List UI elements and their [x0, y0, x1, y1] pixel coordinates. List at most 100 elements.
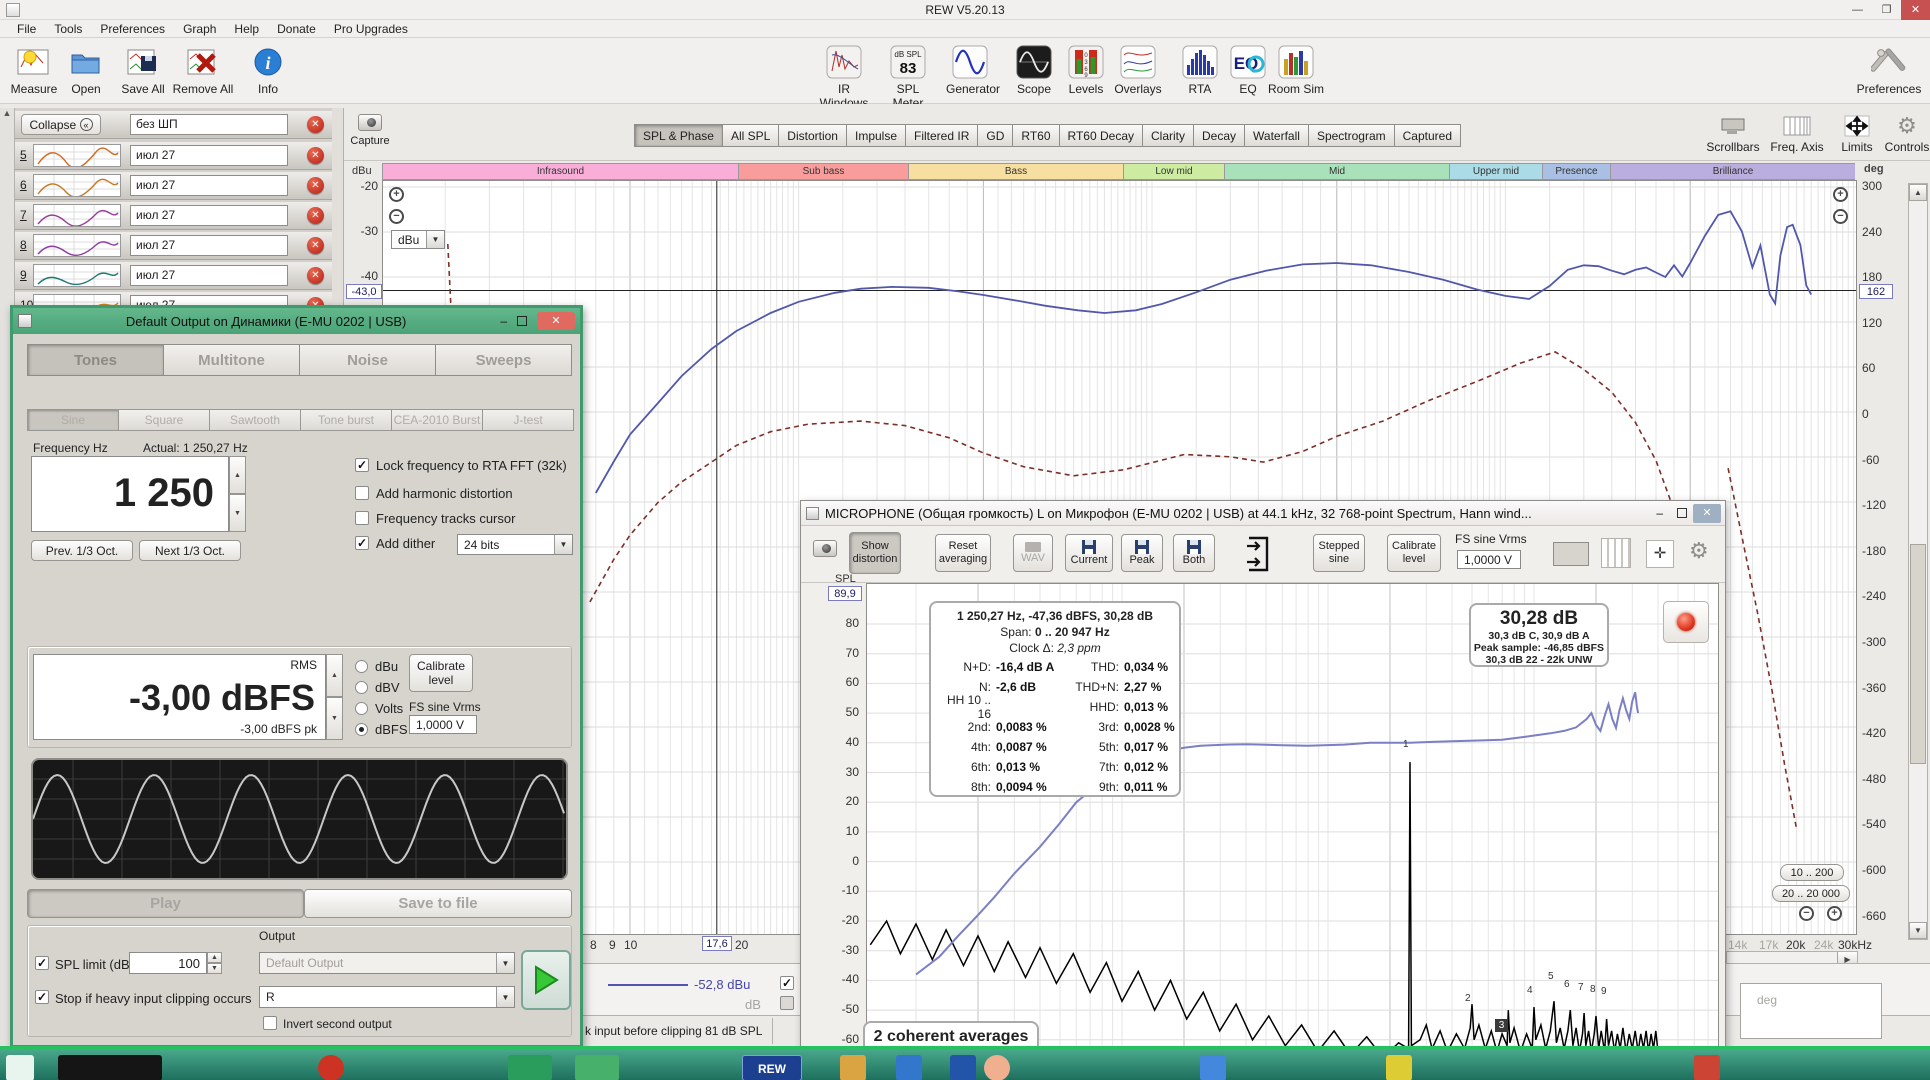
- rta-freq-axis-icon[interactable]: [1601, 538, 1631, 568]
- preferences-button[interactable]: Preferences: [1854, 42, 1924, 96]
- unit-radio-dbu[interactable]: [355, 660, 368, 673]
- toolbar-button-generator[interactable]: Generator: [946, 42, 994, 96]
- rta-close-icon[interactable]: ✕: [1693, 504, 1721, 523]
- tab-clarity[interactable]: Clarity: [1142, 124, 1193, 147]
- delete-measurement-icon[interactable]: ✕: [307, 147, 324, 164]
- taskbar-icon-rew[interactable]: REW: [742, 1055, 802, 1080]
- zoom-in-x-button[interactable]: +: [1827, 906, 1842, 921]
- tab-rt60[interactable]: RT60: [1012, 124, 1058, 147]
- level-spinner[interactable]: ▲▼: [326, 654, 343, 740]
- legend-spl-checkbox[interactable]: ✓: [780, 976, 794, 990]
- measurement-row[interactable]: 7июл 27✕: [15, 202, 332, 230]
- taskbar-icon-4[interactable]: [575, 1055, 619, 1080]
- tracks-cursor-checkbox[interactable]: [355, 511, 369, 525]
- toolbar-button-rta[interactable]: RTA: [1176, 42, 1224, 96]
- prev-third-octave-button[interactable]: Prev. 1/3 Oct.: [31, 540, 133, 561]
- generator-subtab-square[interactable]: Square: [118, 409, 210, 431]
- delete-measurement-icon[interactable]: ✕: [307, 207, 324, 224]
- rta-calibrate-button[interactable]: Calibrate level: [1387, 534, 1441, 572]
- menu-item-help[interactable]: Help: [225, 21, 268, 37]
- taskbar-icon-10[interactable]: [1200, 1055, 1226, 1080]
- generator-calibrate-button[interactable]: Calibrate level: [409, 654, 473, 692]
- capture-button[interactable]: Capture: [350, 114, 390, 147]
- invert-output-checkbox[interactable]: [263, 1016, 277, 1030]
- toolbar-button-scope[interactable]: Scope: [1010, 42, 1058, 96]
- menu-item-file[interactable]: File: [8, 21, 45, 37]
- minimize-button[interactable]: —: [1843, 0, 1872, 20]
- tab-spectrogram[interactable]: Spectrogram: [1308, 124, 1394, 147]
- tab-filtered-ir[interactable]: Filtered IR: [905, 124, 977, 147]
- toolbar-button-remove-all[interactable]: Remove All: [172, 42, 234, 96]
- generator-tab-multitone[interactable]: Multitone: [163, 344, 300, 376]
- spl-limit-field[interactable]: 100: [129, 952, 207, 974]
- menu-item-preferences[interactable]: Preferences: [91, 21, 174, 37]
- zoom-in-deg-button[interactable]: +: [1833, 187, 1848, 202]
- toolbar-button-room-sim[interactable]: Room Sim: [1268, 42, 1324, 96]
- generator-minimize-icon[interactable]: –: [500, 314, 507, 328]
- generator-subtab-tone-burst[interactable]: Tone burst: [300, 409, 392, 431]
- tab-gd[interactable]: GD: [977, 124, 1012, 147]
- generator-subtab-sawtooth[interactable]: Sawtooth: [209, 409, 301, 431]
- taskbar-icon-2[interactable]: [318, 1055, 344, 1080]
- tab-waterfall[interactable]: Waterfall: [1244, 124, 1308, 147]
- unit-radio-dbfs[interactable]: [355, 723, 368, 736]
- generator-subtab-cea-2010-burst[interactable]: CEA-2010 Burst: [391, 409, 483, 431]
- add-dither-checkbox[interactable]: ✓: [355, 536, 369, 550]
- measurement-name-field[interactable]: июл 27: [130, 265, 288, 286]
- measurement-name-field[interactable]: без ШП: [130, 114, 288, 135]
- tab-captured[interactable]: Captured: [1394, 124, 1461, 147]
- tab-decay[interactable]: Decay: [1193, 124, 1244, 147]
- dither-bits-select[interactable]: 24 bits▼: [457, 534, 573, 555]
- generator-play-button[interactable]: [521, 950, 571, 1010]
- deg-axis-scrollbar[interactable]: ▲ ▼: [1908, 183, 1928, 940]
- next-third-octave-button[interactable]: Next 1/3 Oct.: [139, 540, 241, 561]
- menu-item-donate[interactable]: Donate: [268, 21, 325, 37]
- taskbar-icon-3[interactable]: [508, 1055, 552, 1080]
- zoom-out-y-button[interactable]: −: [389, 209, 404, 224]
- taskbar-icon-7[interactable]: [896, 1055, 922, 1080]
- toolbar-button-info[interactable]: iInfo: [244, 42, 292, 96]
- delete-measurement-icon[interactable]: ✕: [307, 116, 324, 133]
- toolbar-button-save-all[interactable]: Save All: [112, 42, 174, 96]
- level-field[interactable]: RMS -3,00 dBFS -3,00 dBFS pk: [33, 654, 326, 740]
- measurement-row[interactable]: 6июл 27✕: [15, 172, 332, 200]
- record-button[interactable]: [1663, 601, 1709, 643]
- toolbar-button-eq[interactable]: EQEQ: [1224, 42, 1272, 96]
- output-device-select[interactable]: Default Output▼: [259, 952, 515, 974]
- rta-minimize-icon[interactable]: –: [1656, 506, 1663, 520]
- toolbar-button-measure[interactable]: Measure: [10, 42, 58, 96]
- toolbar-button-overlays[interactable]: Overlays: [1114, 42, 1162, 96]
- generator-titlebar[interactable]: Default Output on Динамики (E-MU 0202 | …: [13, 308, 580, 334]
- delete-measurement-icon[interactable]: ✕: [307, 177, 324, 194]
- rta-maximize-icon[interactable]: [1677, 508, 1687, 518]
- delete-measurement-icon[interactable]: ✕: [307, 237, 324, 254]
- save-current-button[interactable]: Current: [1065, 534, 1113, 572]
- zoom-out-deg-button[interactable]: −: [1833, 209, 1848, 224]
- view-control-controls[interactable]: ⚙Controls: [1876, 112, 1930, 154]
- tab-rt60-decay[interactable]: RT60 Decay: [1059, 124, 1142, 147]
- maximize-button[interactable]: ❐: [1872, 0, 1901, 20]
- save-both-button[interactable]: Both: [1173, 534, 1215, 572]
- output-channel-select[interactable]: R▼: [259, 986, 515, 1008]
- taskbar-icon-1[interactable]: [58, 1055, 162, 1080]
- play-button[interactable]: Play: [27, 889, 304, 918]
- rta-scrollbars-icon[interactable]: [1553, 542, 1589, 566]
- scrollbar-thumb[interactable]: [1910, 544, 1926, 764]
- rta-limits-icon[interactable]: ✛: [1646, 540, 1674, 568]
- generator-tab-tones[interactable]: Tones: [27, 344, 164, 376]
- taskbar-icon-8[interactable]: [950, 1055, 976, 1080]
- tab-all-spl[interactable]: All SPL: [722, 124, 778, 147]
- lock-frequency-checkbox[interactable]: ✓: [355, 458, 369, 472]
- taskbar-icon-9[interactable]: [984, 1055, 1010, 1080]
- save-peak-button[interactable]: Peak: [1121, 534, 1163, 572]
- show-distortion-button[interactable]: Show distortion: [849, 532, 901, 574]
- zoom-out-x-button[interactable]: −: [1799, 906, 1814, 921]
- toolbar-button-ir-windows[interactable]: IR Windows: [816, 42, 872, 110]
- zoom-in-y-button[interactable]: +: [389, 187, 404, 202]
- spl-limit-checkbox[interactable]: ✓: [35, 956, 49, 970]
- stop-clipping-checkbox[interactable]: ✓: [35, 990, 49, 1004]
- generator-subtab-sine[interactable]: Sine: [27, 409, 119, 431]
- stepped-sine-button[interactable]: Stepped sine: [1313, 534, 1365, 572]
- generator-tab-sweeps[interactable]: Sweeps: [435, 344, 572, 376]
- rta-titlebar[interactable]: MICROPHONE (Общая громкость) L on Микроф…: [801, 501, 1725, 526]
